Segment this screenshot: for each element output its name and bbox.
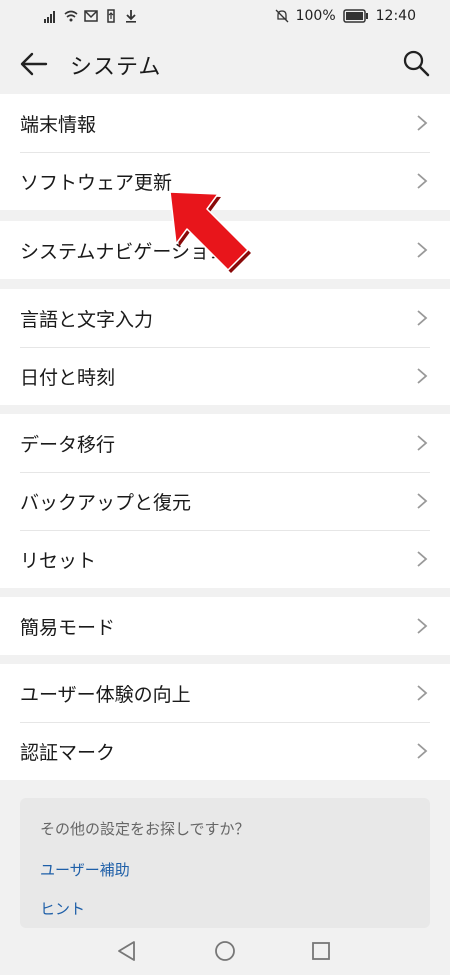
menu-item-certification[interactable]: 認証マーク: [0, 722, 450, 780]
status-left-icons: [44, 9, 138, 23]
settings-group-language: 言語と文字入力 日付と時刻: [0, 289, 450, 405]
signal-icon: [44, 11, 55, 23]
menu-item-device-info[interactable]: 端末情報: [0, 94, 450, 152]
chevron-right-icon: [417, 368, 428, 384]
accessibility-link[interactable]: ユーザー補助: [40, 859, 410, 880]
settings-group-simple-mode: 簡易モード: [0, 597, 450, 655]
page-title: システム: [70, 55, 162, 80]
download-icon: [126, 10, 136, 23]
status-right: 100% 12:40: [275, 8, 416, 24]
navigation-bar: [0, 928, 450, 975]
tips-link[interactable]: ヒント: [40, 898, 410, 919]
menu-item-label: ユーザー体験の向上: [20, 683, 191, 706]
chevron-right-icon: [417, 551, 428, 567]
menu-item-label: 簡易モード: [20, 616, 116, 639]
settings-group-experience: ユーザー体験の向上 認証マーク: [0, 664, 450, 780]
nav-back-icon[interactable]: [114, 938, 140, 964]
menu-item-date-time[interactable]: 日付と時刻: [0, 347, 450, 405]
settings-group-data: データ移行 バックアップと復元 リセット: [0, 414, 450, 588]
menu-item-label: ソフトウェア更新: [20, 171, 173, 194]
menu-item-user-experience[interactable]: ユーザー体験の向上: [0, 664, 450, 722]
status-bar: 100% 12:40: [0, 0, 450, 34]
menu-item-data-transfer[interactable]: データ移行: [0, 414, 450, 472]
menu-item-label: 認証マーク: [20, 741, 116, 764]
clock: 12:40: [375, 8, 416, 24]
chevron-right-icon: [417, 115, 428, 131]
more-settings-question: その他の設定をお探しですか？: [40, 820, 250, 838]
annotation-arrow-icon: [169, 191, 251, 273]
battery-saver-icon: [107, 9, 115, 23]
mail-icon: [84, 10, 98, 22]
more-settings-card: その他の設定をお探しですか？ ユーザー補助 ヒント: [20, 798, 430, 928]
chevron-right-icon: [417, 685, 428, 701]
chevron-right-icon: [417, 173, 428, 189]
chevron-right-icon: [417, 435, 428, 451]
menu-item-backup-restore[interactable]: バックアップと復元: [0, 472, 450, 530]
menu-item-label: 言語と文字入力: [20, 308, 154, 331]
battery-icon: [342, 9, 368, 23]
app-bar: システム: [0, 34, 450, 94]
battery-percent: 100%: [295, 8, 336, 24]
wifi-icon: [64, 10, 78, 22]
chevron-right-icon: [417, 618, 428, 634]
nav-recents-icon[interactable]: [308, 938, 334, 964]
search-icon[interactable]: [402, 49, 430, 77]
chevron-right-icon: [417, 242, 428, 258]
menu-item-reset[interactable]: リセット: [0, 530, 450, 588]
back-arrow-icon[interactable]: [18, 48, 50, 80]
menu-item-language-input[interactable]: 言語と文字入力: [0, 289, 450, 347]
menu-item-label: 日付と時刻: [20, 366, 116, 389]
menu-item-label: バックアップと復元: [20, 491, 192, 514]
menu-item-label: データ移行: [20, 433, 116, 456]
menu-item-label: リセット: [20, 549, 97, 572]
menu-item-simple-mode[interactable]: 簡易モード: [0, 597, 450, 655]
chevron-right-icon: [417, 493, 428, 509]
chevron-right-icon: [417, 743, 428, 759]
mute-bell-icon: [275, 9, 289, 23]
menu-item-label: 端末情報: [20, 113, 97, 136]
nav-home-icon[interactable]: [212, 938, 238, 964]
chevron-right-icon: [417, 310, 428, 326]
